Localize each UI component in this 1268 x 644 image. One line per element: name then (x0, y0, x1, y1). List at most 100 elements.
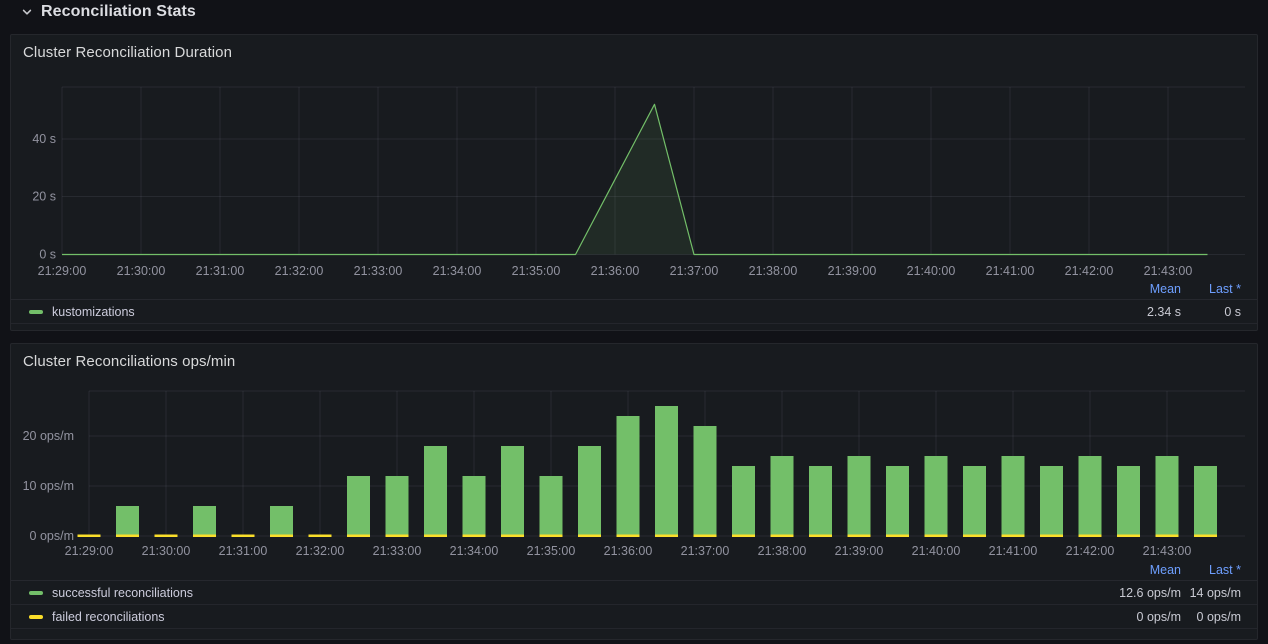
failed-reconciliations-bar (732, 535, 755, 538)
failed-reconciliations-bar (809, 535, 832, 538)
x-axis-tick-label: 21:31:00 (196, 264, 245, 278)
successful-reconciliations-bar (1117, 466, 1140, 536)
failed-reconciliations-bar (617, 535, 640, 538)
legend: Mean Last * kustomizations 2.34 s 0 s (11, 278, 1257, 324)
failed-reconciliations-bar (655, 535, 678, 538)
failed-reconciliations-bar (1002, 535, 1025, 538)
row-title[interactable]: Reconciliation Stats (41, 3, 196, 21)
panel-cluster-reconciliations-ops-min: Cluster Reconciliations ops/min 0 ops/m1… (10, 343, 1258, 640)
legend-item[interactable]: kustomizations (29, 305, 1071, 319)
series-color-swatch[interactable] (29, 310, 43, 314)
legend-mean-value: 2.34 s (1071, 305, 1181, 319)
x-axis-tick-label: 21:37:00 (681, 544, 730, 558)
x-axis-tick-label: 21:34:00 (450, 544, 499, 558)
successful-reconciliations-bar (540, 476, 563, 536)
successful-reconciliations-bar (270, 506, 293, 536)
successful-reconciliations-bar (1194, 466, 1217, 536)
x-axis-tick-label: 21:39:00 (835, 544, 884, 558)
x-axis-tick-label: 21:32:00 (275, 264, 324, 278)
legend-sort-last[interactable]: Last * (1181, 282, 1241, 296)
legend-item[interactable]: failed reconciliations (29, 610, 1071, 624)
x-axis-tick-label: 21:29:00 (65, 544, 114, 558)
failed-reconciliations-bar (1156, 535, 1179, 538)
x-axis-tick-label: 21:43:00 (1144, 264, 1193, 278)
x-axis-tick-label: 21:30:00 (142, 544, 191, 558)
x-axis-tick-label: 21:34:00 (433, 264, 482, 278)
x-axis-tick-label: 21:30:00 (117, 264, 166, 278)
legend-mean-value: 0 ops/m (1071, 610, 1181, 624)
successful-reconciliations-bar (463, 476, 486, 536)
y-axis-tick-label: 20 ops/m (23, 429, 74, 443)
successful-reconciliations-bar (925, 456, 948, 536)
failed-reconciliations-bar (578, 535, 601, 538)
y-axis-tick-label: 0 ops/m (30, 529, 74, 543)
x-axis-tick-label: 21:33:00 (354, 264, 403, 278)
legend-row-failed-reconciliations: failed reconciliations 0 ops/m 0 ops/m (11, 605, 1257, 629)
legend-header: Mean Last * (11, 278, 1257, 300)
failed-reconciliations-bar (925, 535, 948, 538)
x-axis-tick-label: 21:39:00 (828, 264, 877, 278)
successful-reconciliations-bar (116, 506, 139, 536)
legend-mean-value: 12.6 ops/m (1071, 586, 1181, 600)
legend-label[interactable]: failed reconciliations (52, 610, 165, 624)
failed-reconciliations-bar (1079, 535, 1102, 538)
failed-reconciliations-bar (155, 535, 178, 538)
x-axis-tick-label: 21:36:00 (604, 544, 653, 558)
successful-reconciliations-bar (386, 476, 409, 536)
x-axis-tick-label: 21:32:00 (296, 544, 345, 558)
successful-reconciliations-bar (848, 456, 871, 536)
failed-reconciliations-bar (501, 535, 524, 538)
failed-reconciliations-bar (1194, 535, 1217, 538)
failed-reconciliations-bar (270, 535, 293, 538)
row-header-reconciliation-stats[interactable]: Reconciliation Stats (20, 3, 196, 21)
legend-row-kustomizations: kustomizations 2.34 s 0 s (11, 300, 1257, 324)
legend-item[interactable]: successful reconciliations (29, 586, 1071, 600)
legend-label[interactable]: kustomizations (52, 305, 135, 319)
legend-sort-mean[interactable]: Mean (1071, 563, 1181, 577)
x-axis-tick-label: 21:37:00 (670, 264, 719, 278)
series-color-swatch[interactable] (29, 591, 43, 595)
failed-reconciliations-bar (347, 535, 370, 538)
legend-label[interactable]: successful reconciliations (52, 586, 193, 600)
chevron-down-icon[interactable] (20, 5, 34, 19)
successful-reconciliations-bar (886, 466, 909, 536)
legend-sort-last[interactable]: Last * (1181, 563, 1241, 577)
x-axis-tick-label: 21:29:00 (38, 264, 87, 278)
successful-reconciliations-bar (1002, 456, 1025, 536)
x-axis-tick-label: 21:38:00 (758, 544, 807, 558)
successful-reconciliations-bar (1156, 456, 1179, 536)
successful-reconciliations-bar (771, 456, 794, 536)
legend-row-successful-reconciliations: successful reconciliations 12.6 ops/m 14… (11, 581, 1257, 605)
failed-reconciliations-bar (771, 535, 794, 538)
legend-sort-mean[interactable]: Mean (1071, 282, 1181, 296)
successful-reconciliations-bar (347, 476, 370, 536)
failed-reconciliations-bar (309, 535, 332, 538)
y-axis-tick-label: 10 ops/m (23, 479, 74, 493)
y-axis-tick-label: 0 s (39, 248, 56, 262)
x-axis-tick-label: 21:33:00 (373, 544, 422, 558)
grafana-dashboard: Reconciliation Stats Cluster Reconciliat… (0, 0, 1268, 644)
panel-cluster-reconciliation-duration: Cluster Reconciliation Duration 0 s20 s4… (10, 34, 1258, 331)
legend-header: Mean Last * (11, 559, 1257, 581)
x-axis-tick-label: 21:41:00 (989, 544, 1038, 558)
x-axis-tick-label: 21:31:00 (219, 544, 268, 558)
legend: Mean Last * successful reconciliations 1… (11, 559, 1257, 629)
failed-reconciliations-bar (116, 535, 139, 538)
x-axis-tick-label: 21:38:00 (749, 264, 798, 278)
x-axis-tick-label: 21:42:00 (1066, 544, 1115, 558)
successful-reconciliations-bar (963, 466, 986, 536)
failed-reconciliations-bar (386, 535, 409, 538)
x-axis-tick-label: 21:41:00 (986, 264, 1035, 278)
failed-reconciliations-bar (193, 535, 216, 538)
successful-reconciliations-bar (501, 446, 524, 536)
x-axis-tick-label: 21:35:00 (512, 264, 561, 278)
successful-reconciliations-bar (732, 466, 755, 536)
failed-reconciliations-bar (1117, 535, 1140, 538)
failed-reconciliations-bar (886, 535, 909, 538)
failed-reconciliations-bar (232, 535, 255, 538)
x-axis-tick-label: 21:36:00 (591, 264, 640, 278)
series-color-swatch[interactable] (29, 615, 43, 619)
failed-reconciliations-bar (848, 535, 871, 538)
failed-reconciliations-bar (694, 535, 717, 538)
failed-reconciliations-bar (78, 535, 101, 538)
